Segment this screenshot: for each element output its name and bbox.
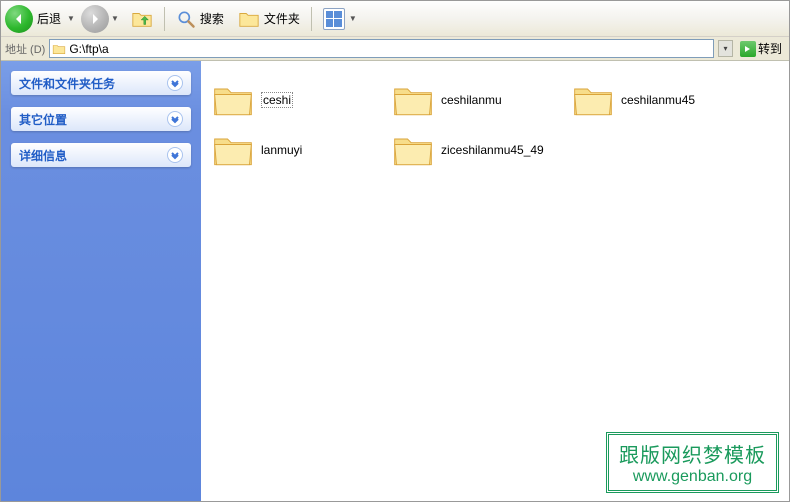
watermark-line2: www.genban.org (619, 468, 766, 486)
go-arrow-icon (740, 41, 756, 57)
toolbar-separator (311, 7, 312, 31)
address-input[interactable] (69, 42, 711, 56)
folder-grid: ceshi ceshilanmu ceshilanmu45 lanmuyi zi… (209, 75, 781, 175)
search-label: 搜索 (200, 10, 224, 27)
folder-icon (211, 131, 255, 169)
address-input-wrapper[interactable] (49, 39, 714, 58)
task-panel[interactable]: 详细信息 (11, 143, 191, 167)
watermark: 跟版网织梦模板 www.genban.org (606, 432, 779, 493)
folder-item[interactable]: ceshilanmu (389, 75, 569, 125)
search-button[interactable]: 搜索 (170, 5, 230, 33)
folder-item[interactable]: ceshilanmu45 (569, 75, 749, 125)
task-panel[interactable]: 其它位置 (11, 107, 191, 131)
folder-label: ziceshilanmu45_49 (441, 143, 544, 157)
main-toolbar: 后退 ▼ ▼ 搜索 文件夹 ▼ (1, 1, 789, 37)
views-icon (323, 8, 345, 30)
folder-icon (211, 81, 255, 119)
folder-item[interactable]: lanmuyi (209, 125, 389, 175)
up-button[interactable] (125, 5, 159, 33)
folders-label: 文件夹 (264, 10, 300, 27)
folder-icon (391, 81, 435, 119)
task-panel-title: 文件和文件夹任务 (19, 75, 167, 92)
back-button[interactable] (5, 5, 33, 33)
address-dropdown[interactable]: ▾ (718, 40, 733, 57)
folder-item[interactable]: ziceshilanmu45_49 (389, 125, 569, 175)
folder-label: ceshilanmu45 (621, 93, 695, 107)
folder-icon (52, 42, 66, 56)
task-panel-title: 其它位置 (19, 111, 167, 128)
go-label: 转到 (758, 40, 782, 57)
watermark-line1: 跟版网织梦模板 (619, 439, 766, 468)
folders-icon (238, 8, 260, 30)
forward-dropdown[interactable]: ▼ (111, 14, 119, 23)
folder-item[interactable]: ceshi (209, 75, 389, 125)
chevron-down-icon (167, 75, 183, 91)
forward-button[interactable] (81, 5, 109, 33)
views-button[interactable]: ▼ (317, 5, 367, 33)
chevron-down-icon (167, 111, 183, 127)
folder-label: lanmuyi (261, 143, 302, 157)
go-button[interactable]: 转到 (737, 39, 785, 58)
back-label: 后退 (37, 10, 61, 27)
folder-label: ceshilanmu (441, 93, 502, 107)
back-dropdown[interactable]: ▼ (67, 14, 75, 23)
folder-label: ceshi (261, 92, 293, 108)
chevron-down-icon (167, 147, 183, 163)
folder-icon (391, 131, 435, 169)
search-icon (176, 9, 196, 29)
views-dropdown: ▼ (349, 14, 357, 23)
toolbar-separator (164, 7, 165, 31)
task-panel[interactable]: 文件和文件夹任务 (11, 71, 191, 95)
address-label: 地址 (D) (5, 41, 45, 57)
task-panel-title: 详细信息 (19, 147, 167, 164)
address-bar: 地址 (D) ▾ 转到 (1, 37, 789, 61)
folder-icon (571, 81, 615, 119)
folders-button[interactable]: 文件夹 (232, 5, 306, 33)
folder-up-icon (131, 8, 153, 30)
sidebar: 文件和文件夹任务 其它位置 详细信息 (1, 61, 201, 501)
